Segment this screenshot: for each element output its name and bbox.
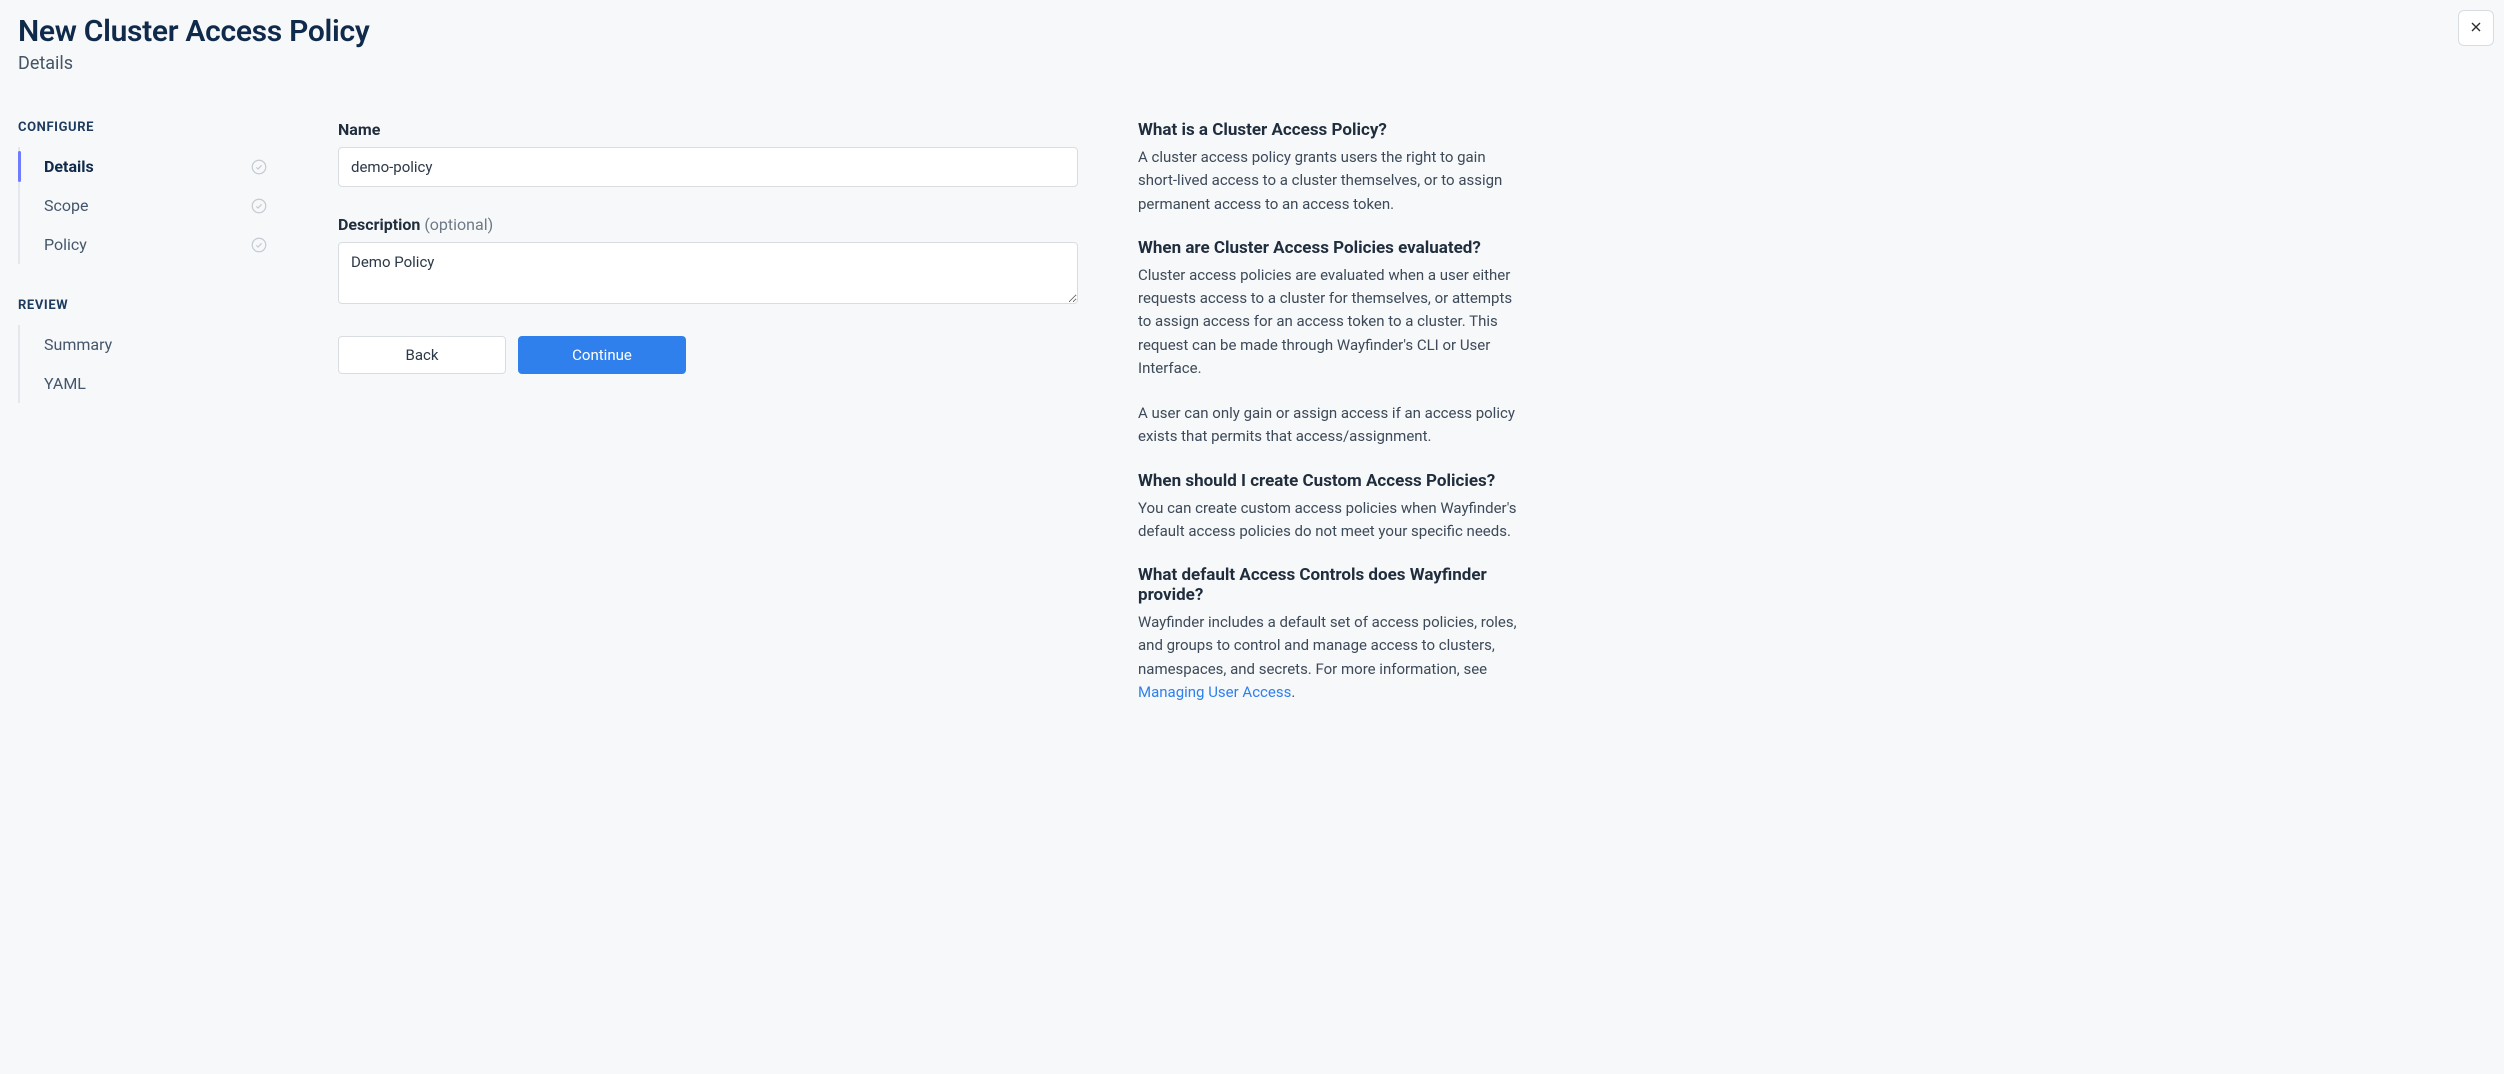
description-label: Description (optional) <box>338 215 1078 234</box>
help-q4-title: What default Access Controls does Wayfin… <box>1138 565 1518 605</box>
description-label-text: Description <box>338 215 420 234</box>
check-circle-icon <box>250 197 268 215</box>
sidebar-item-label: Details <box>44 157 94 176</box>
back-button[interactable]: Back <box>338 336 506 374</box>
sidebar-group-title-configure: CONFIGURE <box>18 120 278 135</box>
description-optional-text: (optional) <box>424 215 493 234</box>
help-q2-body2: A user can only gain or assign access if… <box>1138 402 1518 449</box>
sidebar-item-scope[interactable]: Scope <box>20 186 278 225</box>
page-title: New Cluster Access Policy <box>18 14 2486 49</box>
help-q3-title: When should I create Custom Access Polic… <box>1138 471 1518 491</box>
page-subtitle: Details <box>18 53 2486 74</box>
sidebar-item-label: Scope <box>44 196 88 215</box>
name-label: Name <box>338 120 1078 139</box>
sidebar-item-yaml[interactable]: YAML <box>20 364 278 403</box>
help-q2-title: When are Cluster Access Policies evaluat… <box>1138 238 1518 258</box>
continue-button[interactable]: Continue <box>518 336 686 374</box>
close-icon <box>2468 19 2484 38</box>
help-q1-title: What is a Cluster Access Policy? <box>1138 120 1518 140</box>
help-panel: What is a Cluster Access Policy? A clust… <box>1138 120 1518 726</box>
sidebar-item-details[interactable]: Details <box>20 147 278 186</box>
wizard-sidebar: CONFIGURE Details Scope <box>18 120 278 437</box>
help-q3-body: You can create custom access policies wh… <box>1138 497 1518 544</box>
name-input[interactable] <box>338 147 1078 187</box>
sidebar-item-label: Summary <box>44 335 112 354</box>
help-q4-body-pre: Wayfinder includes a default set of acce… <box>1138 613 1517 678</box>
help-q4-body-post: . <box>1291 683 1295 701</box>
check-circle-icon <box>250 236 268 254</box>
sidebar-item-label: Policy <box>44 235 87 254</box>
sidebar-group-title-review: REVIEW <box>18 298 278 313</box>
check-circle-icon <box>250 158 268 176</box>
help-q2-body1: Cluster access policies are evaluated wh… <box>1138 264 1518 380</box>
help-q4-body: Wayfinder includes a default set of acce… <box>1138 611 1518 704</box>
help-q1-body: A cluster access policy grants users the… <box>1138 146 1518 216</box>
sidebar-item-summary[interactable]: Summary <box>20 325 278 364</box>
form-panel: Name Description (optional) Demo Policy … <box>338 120 1078 374</box>
sidebar-item-label: YAML <box>44 374 86 393</box>
close-button[interactable] <box>2458 10 2494 46</box>
sidebar-item-policy[interactable]: Policy <box>20 225 278 264</box>
description-input[interactable]: Demo Policy <box>338 242 1078 304</box>
managing-user-access-link[interactable]: Managing User Access <box>1138 683 1291 701</box>
